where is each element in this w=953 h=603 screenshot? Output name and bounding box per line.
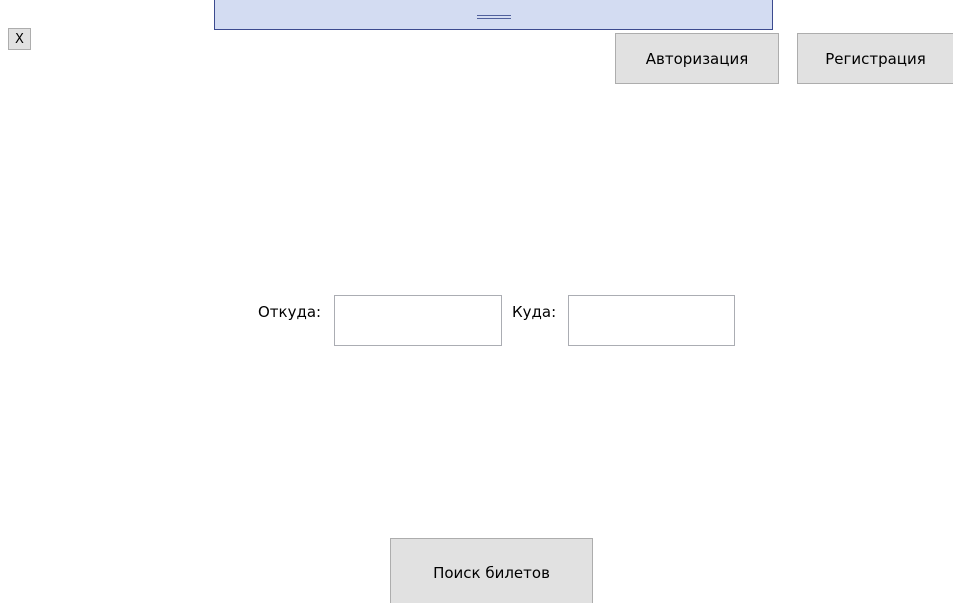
registration-button[interactable]: Регистрация [797, 33, 953, 84]
from-input[interactable] [334, 295, 502, 346]
close-button[interactable]: X [8, 28, 31, 50]
search-tickets-button[interactable]: Поиск билетов [390, 538, 593, 603]
to-label: Куда: [512, 303, 557, 321]
authorization-button[interactable]: Авторизация [615, 33, 779, 84]
drag-handle-panel[interactable] [214, 0, 773, 30]
grip-icon [477, 15, 511, 19]
from-label: Откуда: [258, 303, 322, 321]
to-input[interactable] [568, 295, 735, 346]
